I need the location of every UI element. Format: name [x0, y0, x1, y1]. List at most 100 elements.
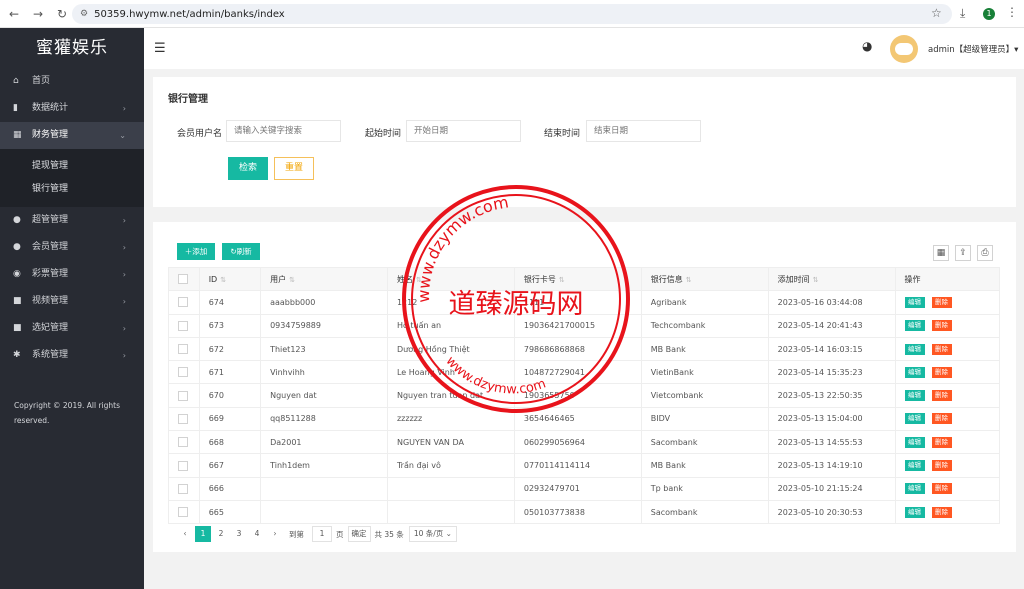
edit-button[interactable]: 编辑	[904, 390, 925, 402]
delete-button[interactable]: 删除	[931, 366, 952, 378]
column-header[interactable]: 用户 ⇅	[260, 266, 388, 292]
avatar[interactable]	[890, 35, 918, 63]
palette-icon[interactable]: ◕	[862, 39, 872, 53]
page-number[interactable]: 3	[231, 526, 247, 542]
columns-filter-icon[interactable]: ▦	[933, 245, 949, 261]
row-checkbox[interactable]	[178, 460, 188, 471]
edit-button[interactable]: 编辑	[904, 320, 925, 332]
column-header[interactable]: 银行卡号 ⇅	[513, 266, 642, 292]
table-cell: NGUYEN VAN DA	[386, 430, 515, 455]
delete-button[interactable]: 删除	[931, 460, 952, 472]
column-header[interactable]: 添加时间 ⇅	[767, 266, 896, 292]
browser-menu-icon[interactable]: ⋮	[1006, 5, 1018, 19]
sort-icon[interactable]: ⇅	[559, 276, 565, 284]
column-header[interactable]: ID ⇅	[198, 266, 262, 292]
sort-icon[interactable]: ⇅	[686, 276, 692, 284]
column-header[interactable]: 操作	[894, 266, 1001, 292]
delete-button[interactable]: 删除	[931, 506, 952, 518]
sort-icon[interactable]: ⇅	[289, 276, 295, 284]
goto-confirm-button[interactable]: 确定	[347, 526, 371, 542]
sidebar-item[interactable]: ■ 视频管理 ›	[0, 288, 144, 315]
member-search-input[interactable]	[226, 120, 341, 142]
chevron-icon: ⌄	[119, 131, 126, 140]
column-header[interactable]: 姓名 ⇅	[386, 266, 515, 292]
page-number[interactable]: 1	[195, 526, 211, 542]
edit-button[interactable]: 编辑	[904, 343, 925, 355]
delete-button[interactable]: 删除	[931, 483, 952, 495]
address-bar[interactable]: ⚙ 50359.hwymw.net/admin/banks/index	[72, 4, 952, 24]
reload-icon[interactable]: ↻	[52, 4, 72, 24]
bookmark-star-icon[interactable]: ☆	[931, 6, 942, 20]
page-unit-label: 页	[336, 529, 344, 539]
sidebar-item[interactable]: ▮ 数据统计 ›	[0, 95, 144, 122]
delete-button[interactable]: 删除	[931, 390, 952, 402]
row-checkbox[interactable]	[178, 367, 188, 378]
table-cell: zzzzzz	[386, 406, 515, 432]
app-logo: 蜜獾娱乐	[36, 38, 108, 58]
delete-button[interactable]: 删除	[931, 436, 952, 448]
delete-button[interactable]: 删除	[931, 343, 952, 355]
sidebar-item[interactable]: ⌂ 首页	[0, 68, 144, 95]
row-checkbox[interactable]	[178, 297, 188, 308]
user-menu[interactable]: admin【超级管理员】▾	[928, 43, 1018, 55]
edit-button[interactable]: 编辑	[904, 460, 925, 472]
menu-toggle-icon[interactable]: ☰	[154, 41, 166, 56]
sort-icon[interactable]: ⇅	[416, 276, 422, 284]
add-button[interactable]: ＋添加	[177, 243, 215, 260]
goto-label: 到第	[289, 529, 304, 539]
table-cell: 19036421700015	[513, 313, 642, 338]
sort-icon[interactable]: ⇅	[813, 276, 819, 284]
row-checkbox[interactable]	[178, 413, 188, 424]
sidebar-item[interactable]: ■ 选妃管理 ›	[0, 315, 144, 342]
sidebar-item[interactable]: ✱ 系统管理 ›	[0, 342, 144, 369]
delete-button[interactable]: 删除	[931, 296, 952, 308]
page-number[interactable]: 4	[249, 526, 265, 542]
search-button[interactable]: 检索	[228, 157, 268, 180]
sidebar-subitem[interactable]: 银行管理	[0, 178, 144, 201]
row-checkbox[interactable]	[178, 320, 188, 331]
edit-button[interactable]: 编辑	[904, 436, 925, 448]
end-date-input[interactable]	[586, 120, 701, 142]
edit-button[interactable]: 编辑	[904, 296, 925, 308]
sidebar-item[interactable]: ● 超管管理 ›	[0, 207, 144, 234]
download-icon[interactable]: ⤓	[960, 6, 965, 21]
export-icon[interactable]: ⇪	[955, 245, 971, 261]
sidebar-subitem[interactable]: 提现管理	[0, 155, 144, 178]
edit-button[interactable]: 编辑	[904, 413, 925, 425]
sidebar-item[interactable]: ▦ 财务管理 ⌄	[0, 122, 144, 149]
edit-button[interactable]: 编辑	[904, 483, 925, 495]
video-icon: ■	[13, 323, 22, 333]
table-cell: 3654646465	[513, 406, 642, 432]
back-arrow-icon[interactable]: ←	[4, 4, 24, 24]
edit-button[interactable]: 编辑	[904, 366, 925, 378]
extension-badge[interactable]: 1	[983, 8, 995, 20]
prev-page-icon[interactable]: ‹	[177, 526, 193, 542]
delete-button[interactable]: 删除	[931, 413, 952, 425]
edit-button[interactable]: 编辑	[904, 506, 925, 518]
member-label: 会员用户名	[177, 129, 223, 139]
reset-button[interactable]: 重置	[274, 157, 314, 180]
row-checkbox[interactable]	[178, 390, 188, 401]
row-checkbox[interactable]	[178, 507, 188, 518]
page-size-select[interactable]: 10 条/页 ⌄	[408, 526, 457, 542]
site-info-icon[interactable]: ⚙	[80, 9, 88, 19]
refresh-button[interactable]: ↻刷新	[222, 243, 260, 260]
sort-icon[interactable]: ⇅	[220, 276, 226, 284]
sidebar-item[interactable]: ● 会员管理 ›	[0, 234, 144, 261]
next-page-icon[interactable]: ›	[267, 526, 283, 542]
column-header-label: 添加时间	[777, 274, 810, 284]
select-all-checkbox[interactable]	[178, 274, 188, 285]
row-checkbox[interactable]	[178, 437, 188, 448]
column-header[interactable]: 银行信息 ⇅	[640, 266, 769, 292]
sidebar-item[interactable]: ◉ 彩票管理 ›	[0, 261, 144, 288]
goto-page-input[interactable]: 1	[312, 526, 332, 542]
start-date-input[interactable]	[406, 120, 521, 142]
column-header[interactable]	[168, 266, 200, 292]
row-checkbox[interactable]	[178, 483, 188, 494]
print-icon[interactable]: ⎙	[977, 245, 993, 261]
page-title: 银行管理	[168, 94, 208, 105]
row-checkbox[interactable]	[178, 344, 188, 355]
page-number[interactable]: 2	[213, 526, 229, 542]
forward-arrow-icon[interactable]: →	[28, 4, 48, 24]
delete-button[interactable]: 删除	[931, 320, 952, 332]
